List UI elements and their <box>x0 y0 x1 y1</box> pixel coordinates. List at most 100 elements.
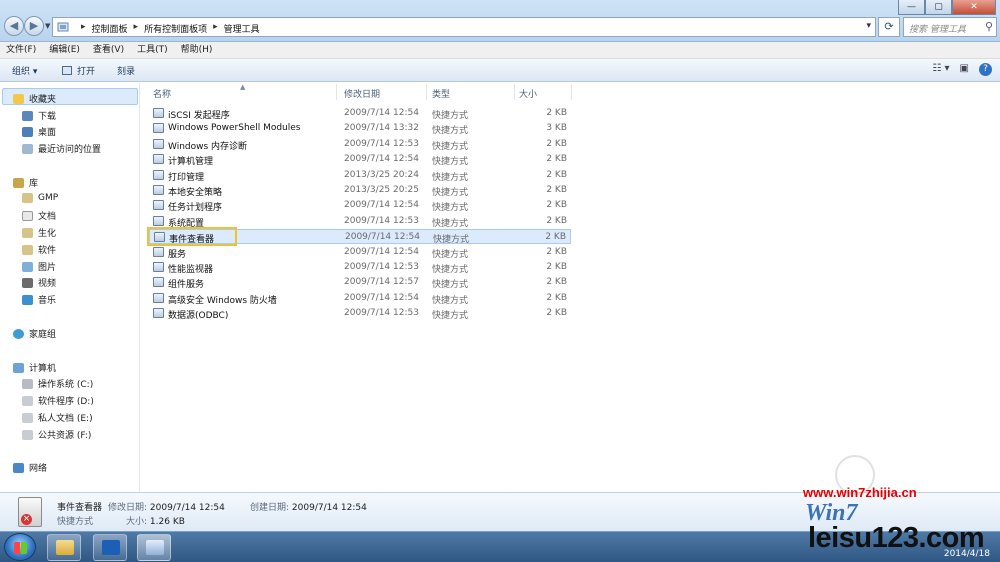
column-divider[interactable] <box>514 84 515 100</box>
file-size: 2 KB <box>546 108 567 118</box>
file-row[interactable]: iSCSI 发起程序 2009/7/14 12:54 快捷方式 2 KB <box>149 106 571 121</box>
column-divider[interactable] <box>426 84 427 100</box>
address-bar[interactable]: ▸ 控制面板 ▸ 所有控制面板项 ▸ 管理工具 ▾ <box>52 17 876 37</box>
nav-drive-c[interactable]: 操作系统 (C:) <box>22 377 93 390</box>
file-row[interactable]: 计算机管理 2009/7/14 12:54 快捷方式 2 KB <box>149 152 571 167</box>
file-row[interactable]: 本地安全策略 2013/3/25 20:25 快捷方式 2 KB <box>149 183 571 198</box>
taskbar-control-panel-button[interactable] <box>137 534 171 561</box>
file-row[interactable]: 打印管理 2013/3/25 20:24 快捷方式 2 KB <box>149 168 571 183</box>
nav-lib-pictures[interactable]: 图片 <box>22 260 56 273</box>
desktop-icon <box>22 126 33 137</box>
nav-lib-documents[interactable]: 文档 <box>22 209 56 222</box>
file-row[interactable]: 任务计划程序 2009/7/14 12:54 快捷方式 2 KB <box>149 198 571 213</box>
nav-lib-software[interactable]: 软件 <box>22 243 56 256</box>
nav-drive-f[interactable]: 公共资源 (F:) <box>22 428 91 441</box>
file-row[interactable]: Windows PowerShell Modules 2009/7/14 13:3… <box>149 121 571 136</box>
file-type: 快捷方式 <box>432 295 469 306</box>
column-header-name[interactable]: 名称 <box>153 87 171 100</box>
libraries-icon <box>13 177 24 188</box>
nav-favorites[interactable]: 收藏夹 <box>13 92 56 105</box>
nav-lib-label: GMP <box>38 193 59 203</box>
column-header-date[interactable]: 修改日期 <box>344 87 380 100</box>
nav-lib-gmp[interactable]: GMP <box>22 193 58 203</box>
breadcrumb-control-panel[interactable]: 控制面板 <box>92 22 128 35</box>
file-date: 2009/7/14 12:54 <box>345 232 420 243</box>
column-divider[interactable] <box>336 84 337 100</box>
column-divider[interactable] <box>571 84 572 100</box>
close-button[interactable]: ✕ <box>952 0 996 15</box>
file-row[interactable]: 高级安全 Windows 防火墙 2009/7/14 12:54 快捷方式 2 KB <box>149 291 571 306</box>
address-dropdown-icon[interactable]: ▾ <box>866 21 871 31</box>
file-date: 2009/7/14 12:53 <box>344 262 419 272</box>
column-header-type[interactable]: 类型 <box>432 87 450 100</box>
file-size: 3 KB <box>546 123 567 134</box>
menu-tools[interactable]: 工具(T) <box>137 42 168 58</box>
sort-ascending-icon: ▲ <box>240 83 246 91</box>
search-input[interactable]: 搜索 管理工具 ⚲ <box>903 17 997 37</box>
refresh-icon[interactable]: ⟳ <box>878 17 900 37</box>
nav-network[interactable]: 网络 <box>13 461 47 474</box>
preview-pane-icon[interactable]: ▣ <box>960 63 969 76</box>
breadcrumb-chevron-icon[interactable]: ▸ <box>213 22 218 35</box>
nav-lib-biochem[interactable]: 生化 <box>22 226 56 239</box>
breadcrumb-chevron-icon[interactable]: ▸ <box>81 22 86 35</box>
file-name: Windows 内存诊断 <box>168 141 248 152</box>
help-icon[interactable]: ? <box>979 63 992 76</box>
file-row[interactable]: 数据源(ODBC) 2009/7/14 12:53 快捷方式 2 KB <box>149 306 571 321</box>
forward-button[interactable]: ▶ <box>24 16 44 36</box>
view-controls: ☷ ▾ ▣ ? <box>932 63 992 76</box>
file-type: 快捷方式 <box>432 141 469 152</box>
file-size: 2 KB <box>546 246 567 257</box>
nav-desktop[interactable]: 桌面 <box>22 125 56 138</box>
column-header-size[interactable]: 大小 <box>519 87 537 100</box>
start-button[interactable] <box>4 533 36 561</box>
nav-lib-label: 文档 <box>38 212 57 222</box>
nav-downloads[interactable]: 下载 <box>22 109 56 122</box>
breadcrumb-all-items[interactable]: 所有控制面板项 <box>144 22 207 35</box>
change-view-icon[interactable]: ☷ ▾ <box>932 63 949 76</box>
file-type: 快捷方式 <box>432 172 469 183</box>
library-folder-icon <box>22 193 33 203</box>
nav-drive-d[interactable]: 软件程序 (D:) <box>22 394 94 407</box>
burn-button[interactable]: 刻录 <box>117 64 135 77</box>
nav-computer[interactable]: 计算机 <box>13 361 56 374</box>
nav-homegroup[interactable]: 家庭组 <box>13 327 56 340</box>
search-icon[interactable]: ⚲ <box>985 20 993 33</box>
details-size-label: 大小: <box>126 517 148 527</box>
file-row[interactable]: 组件服务 2009/7/14 12:57 快捷方式 2 KB <box>149 275 571 290</box>
back-button[interactable]: ◀ <box>4 16 24 36</box>
breadcrumb-admin-tools[interactable]: 管理工具 <box>224 22 260 35</box>
drive-icon <box>22 412 33 423</box>
menu-help[interactable]: 帮助(H) <box>181 42 213 58</box>
menu-edit[interactable]: 编辑(E) <box>49 42 80 58</box>
file-row[interactable]: 性能监视器 2009/7/14 12:53 快捷方式 2 KB <box>149 260 571 275</box>
details-created-label: 创建日期: <box>250 503 290 513</box>
open-button[interactable]: 打开 <box>62 64 95 77</box>
nav-drive-e[interactable]: 私人文档 (E:) <box>22 411 93 424</box>
drive-icon <box>22 429 33 440</box>
menu-file[interactable]: 文件(F) <box>6 42 36 58</box>
search-placeholder: 搜索 管理工具 <box>909 25 966 35</box>
nav-recent[interactable]: 最近访问的位置 <box>22 142 101 155</box>
taskbar-maxthon-button[interactable] <box>93 534 127 561</box>
maximize-button[interactable]: ▢ <box>925 0 952 15</box>
recent-pages-dropdown[interactable]: ▼ <box>45 22 50 30</box>
nav-lib-music[interactable]: 音乐 <box>22 293 56 306</box>
file-row[interactable]: 服务 2009/7/14 12:54 快捷方式 2 KB <box>149 245 571 260</box>
nav-libraries[interactable]: 库 <box>13 176 38 189</box>
minimize-button[interactable]: — <box>898 0 925 15</box>
shortcut-icon <box>153 246 164 257</box>
details-modified-label: 修改日期: <box>108 503 148 513</box>
nav-desktop-label: 桌面 <box>38 128 57 138</box>
nav-lib-label: 图片 <box>38 263 57 273</box>
title-bar: ◀ ▶ ▼ ▸ 控制面板 ▸ 所有控制面板项 ▸ 管理工具 ▾ ⟳ 搜索 管理工… <box>0 0 1000 42</box>
music-icon <box>22 294 33 305</box>
taskbar-explorer-button[interactable] <box>47 534 81 561</box>
file-row[interactable]: Windows 内存诊断 2009/7/14 12:53 快捷方式 2 KB <box>149 137 571 152</box>
details-created: 创建日期: 2009/7/14 12:54 <box>250 500 367 513</box>
details-created-value: 2009/7/14 12:54 <box>291 503 367 513</box>
organize-button[interactable]: 组织 ▾ <box>12 64 37 77</box>
menu-view[interactable]: 查看(V) <box>93 42 124 58</box>
nav-lib-videos[interactable]: 视频 <box>22 276 56 289</box>
breadcrumb-chevron-icon[interactable]: ▸ <box>134 22 139 35</box>
